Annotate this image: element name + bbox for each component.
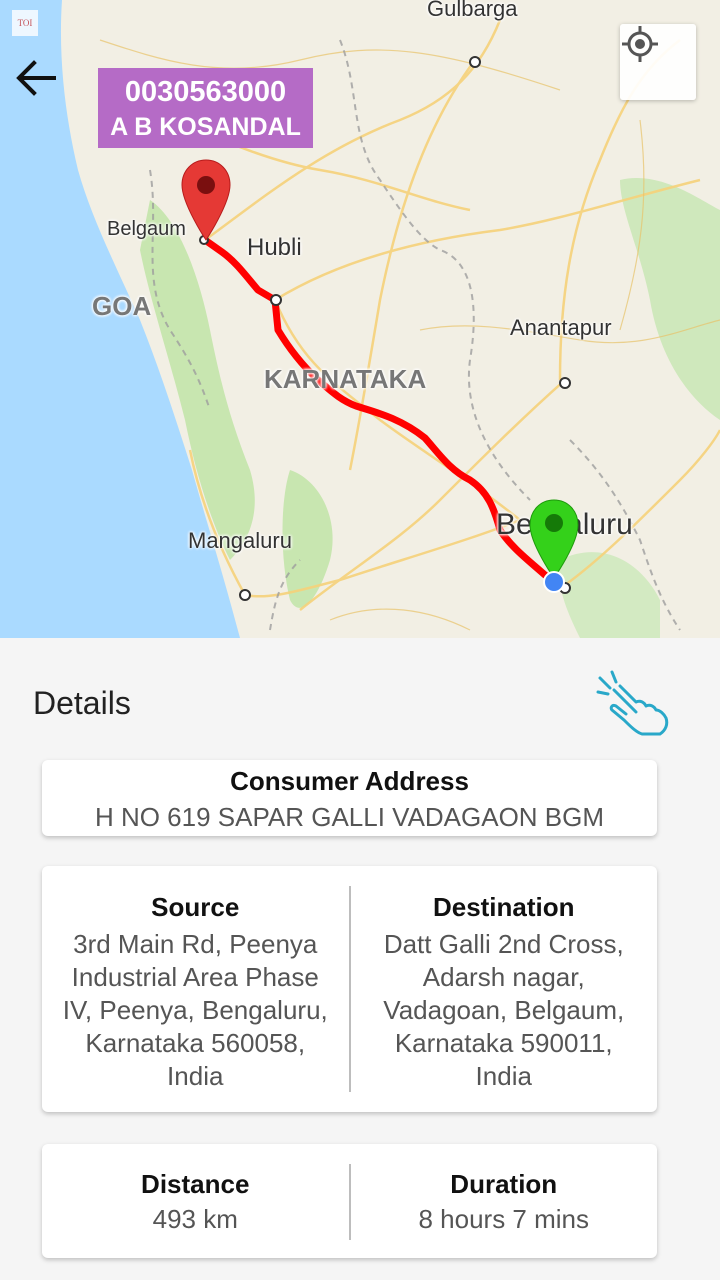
- consumer-info-tag: 0030563000 A B KOSANDAL: [98, 68, 313, 148]
- duration-value: 8 hours 7 mins: [418, 1204, 590, 1234]
- consumer-number: 0030563000: [124, 76, 287, 108]
- source-destination-card: Source 3rd Main Rd, Peenya Industrial Ar…: [42, 866, 657, 1112]
- consumer-address-card: Consumer Address H NO 619 SAPAR GALLI VA…: [42, 760, 657, 836]
- destination-address-line: Adarsh nagar,: [422, 962, 585, 992]
- my-location-icon: [622, 26, 658, 62]
- consumer-name: A B KOSANDAL: [110, 113, 301, 141]
- consumer-address-value: H NO 619 SAPAR GALLI VADAGAON BGM: [94, 802, 605, 832]
- destination-marker-icon[interactable]: [180, 158, 232, 244]
- map-label-goa: GOA: [92, 291, 152, 321]
- source-address-line: India: [167, 1061, 224, 1091]
- my-location-button[interactable]: [620, 24, 696, 100]
- arrow-left-icon: [16, 60, 56, 96]
- map-label-belgaum: Belgaum: [107, 218, 186, 240]
- destination-address-line: Karnataka 590011,: [394, 1028, 613, 1058]
- map-label-hubli: Hubli: [247, 234, 302, 261]
- duration-heading: Duration: [450, 1169, 558, 1199]
- source-address-line: IV, Peenya, Bengaluru,: [62, 995, 328, 1025]
- source-address-line: Karnataka 560058,: [85, 1028, 306, 1058]
- source-address-line: 3rd Main Rd, Peenya: [73, 929, 318, 959]
- destination-heading: Destination: [432, 892, 575, 922]
- route-map[interactable]: Gulbarga Belgaum Hubli GOA Anantapur KAR…: [0, 0, 720, 638]
- map-label-karnataka: KARNATAKA: [264, 364, 427, 394]
- source-address-line: Industrial Area Phase: [71, 962, 319, 992]
- consumer-address-heading: Consumer Address: [230, 766, 469, 796]
- destination-address-line: India: [475, 1061, 532, 1091]
- distance-column: Distance 493 km: [42, 1144, 349, 1258]
- map-label-mangaluru: Mangaluru: [188, 528, 292, 553]
- distance-heading: Distance: [141, 1169, 250, 1199]
- back-button[interactable]: [14, 56, 66, 108]
- hand-tap-icon[interactable]: [596, 670, 672, 736]
- destination-column: Destination Datt Galli 2nd Cross, Adarsh…: [351, 866, 658, 1112]
- distance-value: 493 km: [152, 1204, 238, 1234]
- destination-address-line: Datt Galli 2nd Cross,: [383, 929, 624, 959]
- destination-address-line: Vadagoan, Belgaum,: [383, 995, 625, 1025]
- source-column: Source 3rd Main Rd, Peenya Industrial Ar…: [42, 866, 349, 1112]
- duration-column: Duration 8 hours 7 mins: [351, 1144, 658, 1258]
- source-heading: Source: [151, 892, 240, 922]
- current-location-dot-icon: [543, 571, 565, 593]
- details-panel: Details Consumer Address H NO 619 SAPAR …: [0, 638, 720, 1280]
- toi-app-icon: TOI: [12, 10, 38, 36]
- details-title: Details: [33, 685, 131, 721]
- status-bar: TOI: [0, 0, 720, 48]
- distance-duration-card: Distance 493 km Duration 8 hours 7 mins: [42, 1144, 657, 1258]
- map-label-anantapur: Anantapur: [510, 315, 612, 340]
